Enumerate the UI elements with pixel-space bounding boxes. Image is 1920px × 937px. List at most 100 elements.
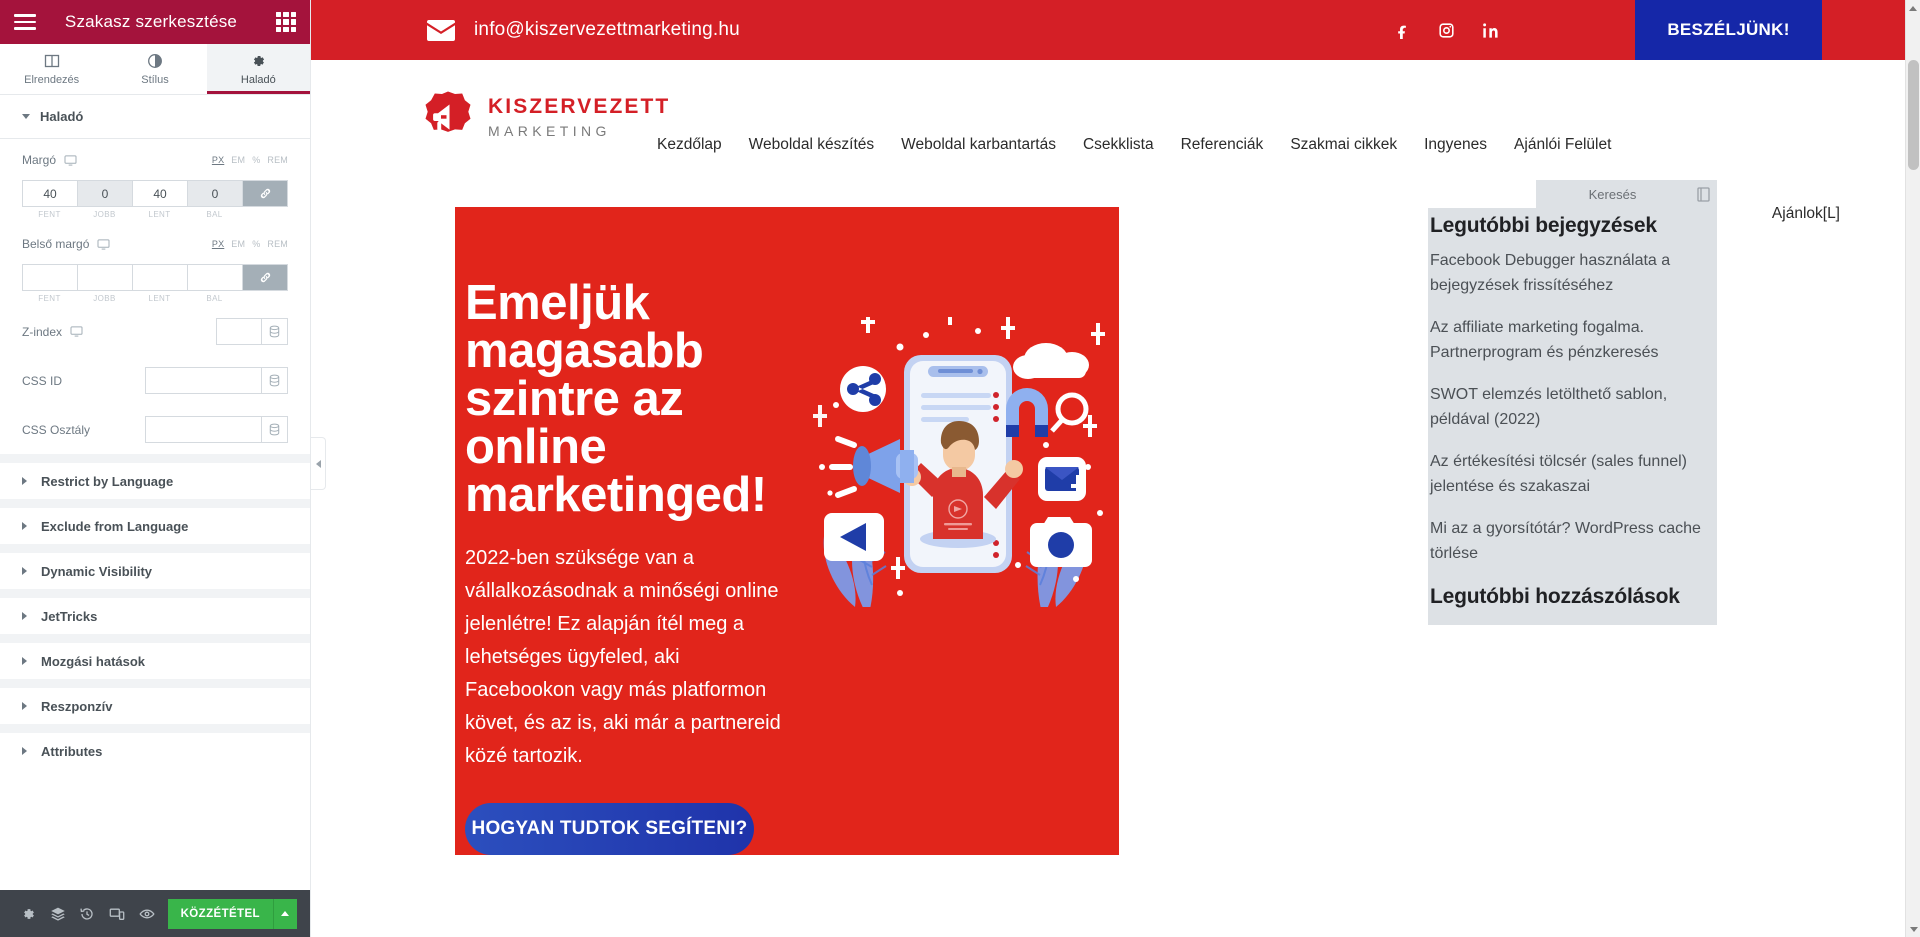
margin-right-input[interactable] (77, 180, 132, 207)
recent-post-link[interactable]: Facebook Debugger használata a bejegyzés… (1428, 248, 1717, 298)
margin-bottom-input[interactable] (132, 180, 187, 207)
accordion-label: Reszponzív (41, 698, 113, 714)
chevron-right-icon (22, 522, 27, 530)
site-content: info@kiszervezettmarketing.hu BESZÉLJÜNK… (311, 0, 1920, 855)
scroll-up-arrow-icon[interactable] (1906, 0, 1920, 16)
chevron-right-icon (22, 567, 27, 575)
control-padding: Belső margó PX EM % REM FENT JOBB LENT B… (0, 223, 310, 307)
margin-top-label: FENT (38, 210, 61, 219)
list-item: Mi az a gyorsítótár? WordPress cache tör… (1428, 516, 1717, 566)
panel-footer: KÖZZÉTÉTEL (0, 890, 310, 937)
grid-icon[interactable] (276, 12, 296, 32)
logo-line-1: KISZERVEZETT (488, 95, 671, 118)
padding-left-input[interactable] (187, 264, 242, 291)
chevron-right-icon (22, 657, 27, 665)
accordion-reszponziv[interactable]: Reszponzív (0, 679, 310, 724)
unit-px[interactable]: PX (212, 239, 224, 249)
control-label: CSS Osztály (22, 422, 91, 437)
chevron-right-icon (22, 747, 27, 755)
nav-item-kezdolap[interactable]: Kezdőlap (657, 136, 722, 154)
hero-cta-button[interactable]: HOGYAN TUDTOK SEGÍTENI? (465, 803, 754, 855)
accordion-mozgasi-hatasok[interactable]: Mozgási hatások (0, 634, 310, 679)
padding-top-input[interactable] (22, 264, 77, 291)
contrast-icon (147, 53, 163, 69)
linkedin-icon[interactable] (1479, 19, 1501, 41)
desktop-icon[interactable] (64, 154, 77, 166)
search-icon[interactable] (1689, 180, 1717, 208)
responsive-mode-icon[interactable] (102, 890, 132, 937)
preview-scrollbar[interactable] (1905, 0, 1920, 937)
css-id-input[interactable] (145, 367, 262, 394)
settings-gear-icon[interactable] (13, 890, 43, 937)
facebook-icon[interactable] (1391, 19, 1413, 41)
z-index-input[interactable] (216, 318, 262, 345)
unit-percent[interactable]: % (252, 239, 260, 249)
scroll-down-arrow-icon[interactable] (1906, 921, 1920, 937)
section-halado-header[interactable]: Haladó (0, 95, 310, 139)
padding-top-label: FENT (38, 294, 61, 303)
list-item: Az affiliate marketing fogalma. Partnerp… (1428, 315, 1717, 365)
padding-left-label: BAL (206, 294, 223, 303)
chevron-right-icon (22, 702, 27, 710)
site-logo[interactable]: KISZERVEZETT MARKETING (421, 90, 670, 144)
recent-post-link[interactable]: Az affiliate marketing fogalma. Partnerp… (1428, 315, 1717, 365)
tab-stilus[interactable]: Stílus (103, 44, 207, 94)
accordion-attributes[interactable]: Attributes (0, 724, 310, 769)
nav-item-referenciak[interactable]: Referenciák (1181, 136, 1264, 154)
publish-button[interactable]: KÖZZÉTÉTEL (167, 898, 273, 929)
nav-item-csekklista[interactable]: Csekklista (1083, 136, 1154, 154)
nav-item-ingyenes[interactable]: Ingyenes (1424, 136, 1487, 154)
chevron-right-icon (22, 612, 27, 620)
database-icon[interactable] (262, 416, 288, 443)
link-icon[interactable] (242, 180, 288, 207)
history-clock-icon[interactable] (72, 890, 102, 937)
margin-left-input[interactable] (187, 180, 242, 207)
recent-post-link[interactable]: Mi az a gyorsítótár? WordPress cache tör… (1428, 516, 1717, 566)
unit-px[interactable]: PX (212, 155, 224, 165)
chevron-up-icon[interactable] (272, 898, 297, 929)
gear-icon (250, 53, 266, 69)
preview-eye-icon[interactable] (132, 890, 162, 937)
panel-collapse-handle[interactable] (311, 437, 326, 490)
desktop-icon[interactable] (70, 326, 83, 337)
database-icon[interactable] (262, 367, 288, 394)
recent-post-link[interactable]: SWOT elemzés letölthető sablon, példával… (1428, 382, 1717, 432)
tab-halado[interactable]: Haladó (206, 44, 311, 94)
nav-item-weboldal-keszites[interactable]: Weboldal készítés (749, 136, 875, 154)
panel-body: Haladó Margó PX EM % REM 40 FENT 0 JOBB … (0, 95, 310, 890)
topbar-cta-button[interactable]: BESZÉLJÜNK! (1635, 0, 1822, 60)
padding-right-input[interactable] (77, 264, 132, 291)
instagram-icon[interactable] (1435, 19, 1457, 41)
unit-em[interactable]: EM (231, 155, 245, 165)
unit-rem[interactable]: REM (267, 239, 288, 249)
search-input[interactable]: Keresés (1536, 180, 1689, 208)
nav-item-ajanloi-felulet[interactable]: Ajánlói Felület (1514, 136, 1611, 154)
database-icon[interactable] (262, 318, 288, 345)
elementor-editor-window: Szakasz szerkesztése Elrendezés Stílus H… (0, 0, 1920, 937)
header-ajanlok-link[interactable]: Ajánlok[L] (1772, 205, 1840, 223)
unit-percent[interactable]: % (252, 155, 260, 165)
padding-bottom-input[interactable] (132, 264, 187, 291)
recent-post-link[interactable]: Az értékesítési tölcsér (sales funnel) j… (1428, 449, 1717, 499)
navigator-layers-icon[interactable] (43, 890, 73, 937)
topbar-email[interactable]: info@kiszervezettmarketing.hu (427, 19, 740, 41)
nav-item-weboldal-karbantartas[interactable]: Weboldal karbantartás (901, 136, 1056, 154)
search-spacer (1428, 180, 1536, 208)
nav-item-szakmai-cikkek[interactable]: Szakmai cikkek (1290, 136, 1397, 154)
css-class-input[interactable] (145, 416, 262, 443)
tab-elrendezes[interactable]: Elrendezés (0, 44, 104, 94)
accordion-restrict-by-language[interactable]: Restrict by Language (0, 454, 310, 499)
control-css-id: CSS ID (0, 356, 310, 405)
link-icon[interactable] (242, 264, 288, 291)
accordion-jettricks[interactable]: JetTricks (0, 589, 310, 634)
accordion-exclude-from-language[interactable]: Exclude from Language (0, 499, 310, 544)
accordion-label: Dynamic Visibility (41, 563, 153, 579)
unit-rem[interactable]: REM (267, 155, 288, 165)
desktop-icon[interactable] (97, 238, 110, 250)
scrollbar-thumb[interactable] (1908, 60, 1919, 170)
control-margin: Margó PX EM % REM 40 FENT 0 JOBB 40 LENT… (0, 139, 310, 223)
accordion-dynamic-visibility[interactable]: Dynamic Visibility (0, 544, 310, 589)
margin-top-input[interactable] (22, 180, 77, 207)
hero-section: Emeljük magasabb szintre az online marke… (455, 207, 1119, 855)
unit-em[interactable]: EM (231, 239, 245, 249)
